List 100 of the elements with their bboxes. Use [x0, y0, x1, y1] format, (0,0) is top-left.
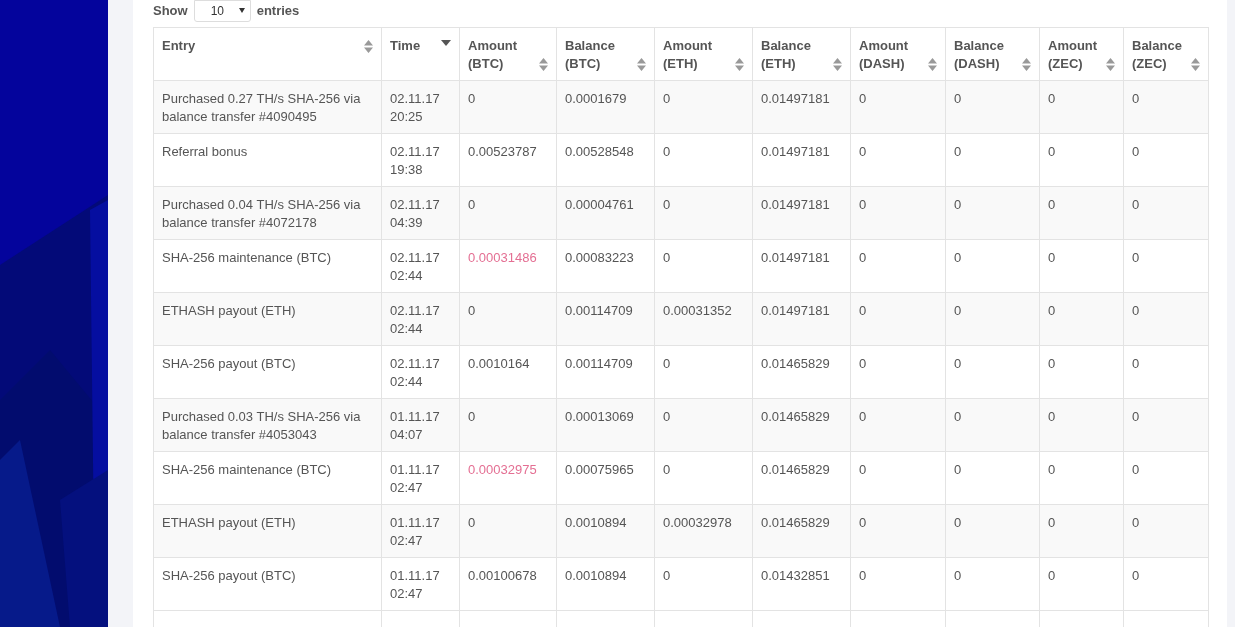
table-cell: 0 — [663, 356, 671, 371]
table-cell: 0.0010894 — [565, 515, 627, 530]
table-cell: 02.11.17 02:44 — [390, 303, 440, 336]
table-cell: 0 — [1048, 91, 1056, 106]
table-cell: SHA-256 payout (BTC) — [162, 356, 296, 371]
table-cell: 0.00031486 — [468, 250, 537, 265]
table-cell: 0 — [859, 250, 867, 265]
table-cell: 0 — [1048, 515, 1056, 530]
table-cell: 0 — [1048, 303, 1056, 318]
table-cell: 0.01497181 — [761, 250, 830, 265]
table-cell: 0 — [1048, 197, 1056, 212]
table-cell: 0 — [468, 409, 476, 424]
table-cell: 0.00083223 — [565, 250, 634, 265]
table-cell: 02.11.17 20:25 — [390, 91, 440, 124]
table-cell: 0.0010164 — [468, 356, 530, 371]
table-cell: 0 — [468, 91, 476, 106]
table-cell: 0 — [954, 356, 962, 371]
table-cell: 02.11.17 02:44 — [390, 356, 440, 389]
table-cell: 0 — [1132, 91, 1140, 106]
column-header[interactable]: Amount (ETH) — [654, 27, 753, 81]
table-cell: Purchased 0.04 TH/s SHA-256 via balance transfer #4072178 — [162, 197, 361, 230]
column-header[interactable]: Amount (DASH) — [850, 27, 946, 81]
table-cell: 0.00100678 — [468, 568, 537, 583]
column-header[interactable]: Amount (BTC) — [459, 27, 557, 81]
table-cell: 0 — [954, 91, 962, 106]
table-cell: 0 — [468, 303, 476, 318]
table-cell: 0.00075965 — [565, 462, 634, 477]
table-cell: 0.01465829 — [761, 515, 830, 530]
table-cell: 0 — [859, 144, 867, 159]
table-cell: Purchased 0.27 TH/s SHA-256 via balance transfer #4090495 — [162, 91, 361, 124]
table-cell: 0 — [1048, 409, 1056, 424]
table-cell: SHA-256 maintenance (BTC) — [162, 462, 332, 477]
table-cell: ETHASH payout (ETH) — [162, 515, 296, 530]
table-cell: 0 — [1132, 515, 1140, 530]
table-cell: 0.0010894 — [565, 568, 627, 583]
table-cell: 0 — [1048, 462, 1056, 477]
table-cell: 0.01465829 — [761, 356, 830, 371]
table-cell: 0.00013069 — [565, 409, 634, 424]
table-cell: SHA-256 maintenance (BTC) — [162, 250, 332, 265]
table-cell: 02.11.17 04:39 — [390, 197, 440, 230]
table-cell: 0.01465829 — [761, 462, 830, 477]
show-label: Show — [153, 2, 188, 21]
column-header[interactable]: Amount (ZEC) — [1039, 27, 1124, 81]
column-header[interactable]: Entry — [153, 27, 382, 81]
table-cell: 0.00523787 — [468, 144, 537, 159]
table-cell: 0.00114709 — [565, 303, 633, 318]
table-cell: 0 — [859, 568, 867, 583]
table-cell: 0.00032978 — [663, 515, 732, 530]
table-cell: 0 — [859, 356, 867, 371]
table-cell: 0 — [859, 91, 867, 106]
table-cell: 01.11.17 02:47 — [390, 568, 440, 601]
table-cell: SHA-256 payout (BTC) — [162, 568, 296, 583]
column-header[interactable]: Time — [381, 27, 460, 81]
table-cell: 0 — [954, 303, 962, 318]
table-cell: 0 — [663, 250, 671, 265]
table-cell: 0 — [859, 303, 867, 318]
table-cell: 0.00004761 — [565, 197, 634, 212]
table-cell: 0 — [663, 144, 671, 159]
table-cell: 0 — [954, 515, 962, 530]
table-cell: 0.0001679 — [565, 91, 627, 106]
table-cell: 0 — [468, 515, 476, 530]
table-cell: Purchased 0.03 TH/s SHA-256 via balance transfer #4053043 — [162, 409, 361, 442]
table-cell: 0.01432851 — [761, 568, 830, 583]
table-cell: 02.11.17 19:38 — [390, 144, 440, 177]
table-cell: 0 — [859, 462, 867, 477]
table-cell: 0 — [1132, 303, 1140, 318]
table-cell: 0 — [1132, 197, 1140, 212]
table-cell: 01.11.17 04:07 — [390, 409, 440, 442]
table-cell: 0 — [1132, 462, 1140, 477]
table-cell: 0 — [954, 568, 962, 583]
entries-select[interactable]: 10 — [193, 0, 251, 22]
table-cell: 0 — [1132, 409, 1140, 424]
table-cell: 01.11.17 02:47 — [390, 515, 440, 548]
column-header[interactable]: Balance (DASH) — [945, 27, 1040, 81]
table-cell: 0 — [954, 250, 962, 265]
table-cell: 0 — [1132, 356, 1140, 371]
table-cell: 0 — [1132, 568, 1140, 583]
table-cell: 0.01497181 — [761, 144, 830, 159]
table-cell: 0 — [954, 197, 962, 212]
column-header[interactable]: Balance (ETH) — [752, 27, 851, 81]
table-cell: 0 — [1048, 250, 1056, 265]
table-cell: 0.01497181 — [761, 91, 830, 106]
column-header[interactable]: Balance (ZEC) — [1123, 27, 1209, 81]
table-cell: 0 — [954, 462, 962, 477]
table-cell: 0.00032975 — [468, 462, 537, 477]
table-cell: 0.00031352 — [663, 303, 732, 318]
table-cell: ETHASH payout (ETH) — [162, 303, 296, 318]
table-cell: 02.11.17 02:44 — [390, 250, 440, 283]
table-cell: 0 — [859, 409, 867, 424]
caret-icon — [238, 8, 245, 13]
table-cell: 0 — [468, 197, 476, 212]
column-header[interactable]: Balance (BTC) — [556, 27, 655, 81]
table-cell: 0 — [1132, 250, 1140, 265]
table-cell: 0 — [1048, 144, 1056, 159]
table-cell: 0 — [663, 197, 671, 212]
table-cell: 0.01465829 — [761, 409, 830, 424]
table-cell: 0 — [663, 568, 671, 583]
table-cell: 0 — [1132, 144, 1140, 159]
table-cell: 01.11.17 02:47 — [390, 462, 440, 495]
table-cell: 0.01497181 — [761, 303, 830, 318]
